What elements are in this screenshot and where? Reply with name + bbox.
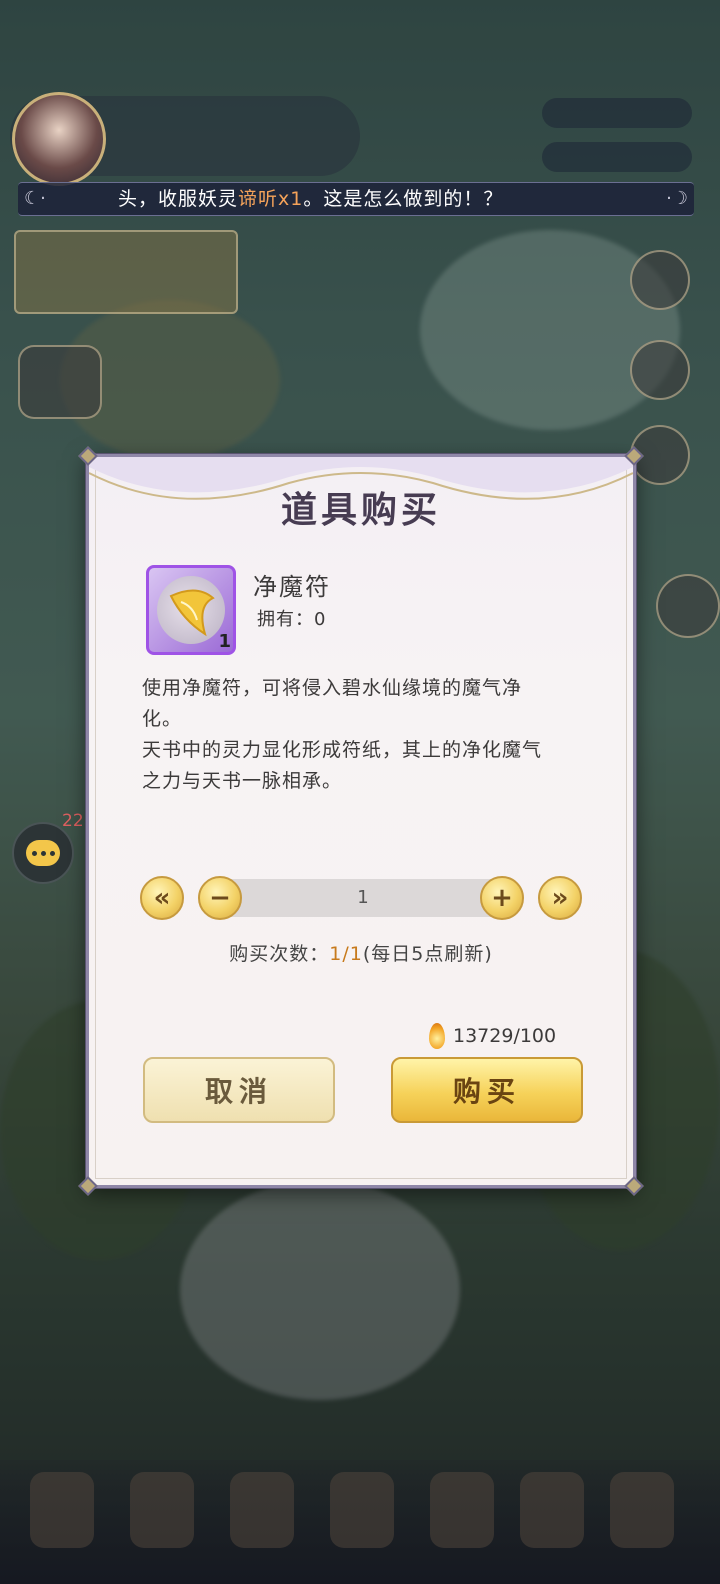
item-owned-count: 拥有：0 (257, 609, 327, 630)
bottom-nav-item (30, 1472, 94, 1548)
cost-value: 13729/100 (453, 1025, 557, 1047)
bottom-nav-item (520, 1472, 584, 1548)
resource-bar-gold (542, 98, 692, 128)
marquee-text: 头，收服妖灵谛听x1。这是怎么做到的！？ (118, 188, 504, 210)
bottom-nav-item (610, 1472, 674, 1548)
coin-icon (429, 1023, 445, 1049)
cancel-button[interactable]: 取消 (143, 1057, 335, 1123)
item-slot[interactable]: 1 (146, 565, 236, 655)
item-name: 净魔符 (253, 573, 331, 601)
resource-bar-gems (542, 142, 692, 172)
side-menu-icon (630, 250, 690, 310)
promo-banner (14, 230, 238, 314)
min-quantity-button[interactable]: « (140, 876, 184, 920)
item-purchase-dialog: 道具购买 1 净魔符 拥有：0 使用净魔符，可将侵入碧水仙缘境的魔气净 化。 天… (78, 446, 644, 1196)
bottom-nav-item (230, 1472, 294, 1548)
event-icon (18, 345, 102, 419)
side-menu-icon (630, 340, 690, 400)
player-avatar (12, 92, 106, 186)
item-stack-count: 1 (218, 631, 231, 652)
chat-unread-badge: 22 (62, 811, 84, 831)
increase-quantity-button[interactable]: + (480, 876, 524, 920)
talisman-icon (157, 576, 225, 644)
description-line: 天书中的灵力显化形成符纸，其上的净化魔气 (142, 739, 543, 761)
crescent-left-icon: ☾· (24, 188, 46, 209)
chat-icon (26, 840, 60, 866)
crescent-right-icon: ·☽ (666, 188, 688, 209)
decrease-quantity-button[interactable]: − (198, 876, 242, 920)
quantity-display[interactable]: 1 (219, 879, 507, 917)
buy-button[interactable]: 购买 (391, 1057, 583, 1123)
chat-button (12, 822, 74, 884)
description-line: 化。 (142, 708, 183, 730)
purchase-limit-text: 购买次数：1/1(每日5点刷新) (229, 943, 493, 965)
announcement-marquee: ☾· 头，收服妖灵谛听x1。这是怎么做到的！？ ·☽ (18, 182, 694, 216)
purchase-cost: 13729/100 (429, 1023, 556, 1049)
description-line: 之力与天书一脉相承。 (142, 770, 343, 792)
dialog-title: 道具购买 (280, 489, 441, 531)
bottom-nav-item (330, 1472, 394, 1548)
bottom-nav-item (430, 1472, 494, 1548)
bottom-nav-item (130, 1472, 194, 1548)
max-quantity-button[interactable]: » (538, 876, 582, 920)
item-description: 使用净魔符，可将侵入碧水仙缘境的魔气净 化。 天书中的灵力显化形成符纸，其上的净… (142, 673, 592, 797)
companion-avatar-icon (656, 574, 720, 638)
description-line: 使用净魔符，可将侵入碧水仙缘境的魔气净 (142, 677, 523, 699)
